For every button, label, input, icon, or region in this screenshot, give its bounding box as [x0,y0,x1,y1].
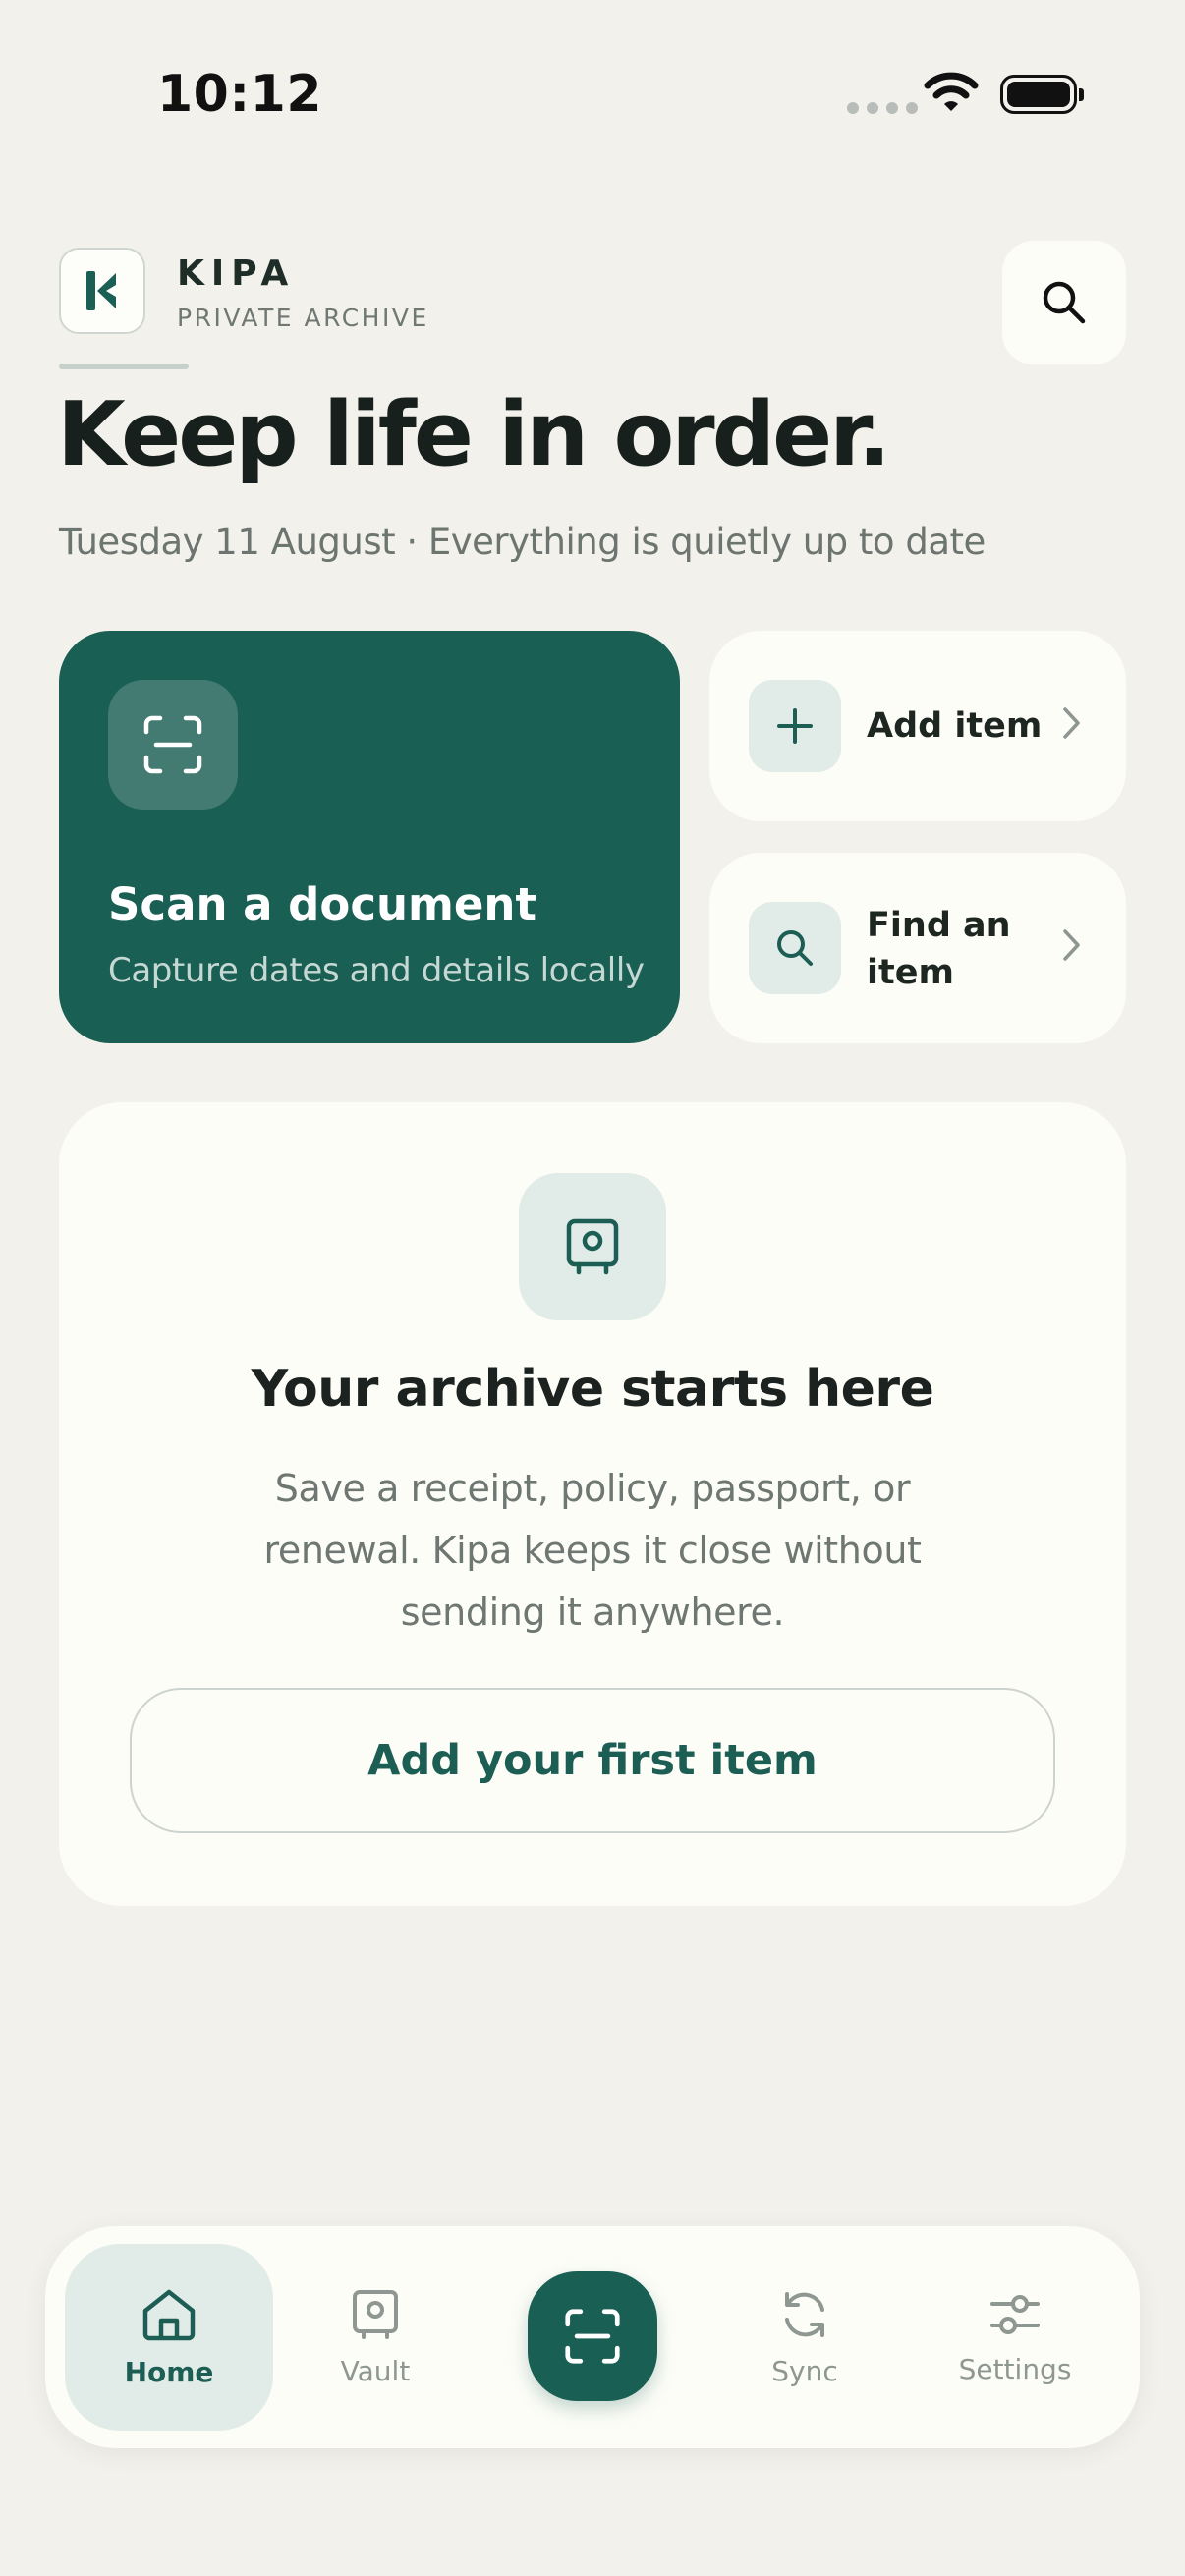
nav-label-vault: Vault [340,2354,411,2387]
search-button[interactable] [1002,241,1126,364]
find-item-label: Find an item [867,906,1011,992]
find-item-icon-tile [749,902,841,994]
nav-item-home[interactable]: Home [65,2244,273,2431]
brand-subtitle: PRIVATE ARCHIVE [177,304,429,332]
nav-item-settings[interactable]: Settings [911,2244,1119,2431]
bottom-nav: Home Vault Sync Settings [45,2226,1140,2448]
logo-mark-icon [86,271,116,310]
nav-label-settings: Settings [958,2352,1072,2385]
search-icon [1043,281,1086,324]
wifi-icon [924,71,979,118]
status-time: 10:12 [157,65,323,124]
scan-icon-tile [108,680,238,810]
empty-archive-card: Your archive starts here Save a receipt,… [59,1102,1126,1906]
brand-name: KIPA [177,253,296,294]
app-logo [59,248,145,334]
search-icon [777,930,813,966]
plus-icon [777,708,813,744]
vault-icon [353,2289,398,2339]
add-item-button[interactable]: Add item [709,631,1126,821]
vault-icon [566,1218,619,1275]
empty-state-description: Save a receipt, policy, passport, or ren… [263,1467,922,1634]
date-status-line: Tuesday 11 August · Everything is quietl… [59,521,986,563]
chevron-right-icon [1063,929,1080,961]
scan-card-subtitle: Capture dates and details locally [108,951,645,990]
nav-label-home: Home [124,2355,214,2388]
find-item-button[interactable]: Find an item [709,853,1126,1043]
sliders-icon [990,2294,1040,2334]
scan-icon [143,715,202,774]
nav-item-sync[interactable]: Sync [701,2244,909,2431]
scan-card-title: Scan a document [108,878,536,930]
vault-icon-tile [519,1173,666,1320]
scan-icon [565,2309,620,2364]
home-icon [142,2289,196,2340]
nav-label-sync: Sync [771,2354,838,2387]
nav-item-vault[interactable]: Vault [271,2244,480,2431]
add-first-item-button[interactable]: Add your first item [130,1688,1055,1833]
chevron-right-icon [1063,707,1080,739]
cellular-signal-icon [847,102,918,114]
nav-scan-button[interactable] [528,2271,657,2401]
scan-document-card[interactable]: Scan a document Capture dates and detail… [59,631,680,1043]
add-item-icon-tile [749,680,841,772]
sync-icon [785,2291,824,2337]
page-title: Keep life in order. [57,383,891,486]
empty-state-title: Your archive starts here [251,1360,934,1419]
battery-icon [1000,75,1084,114]
header-divider [59,364,189,369]
add-item-label: Add item [867,706,1043,746]
